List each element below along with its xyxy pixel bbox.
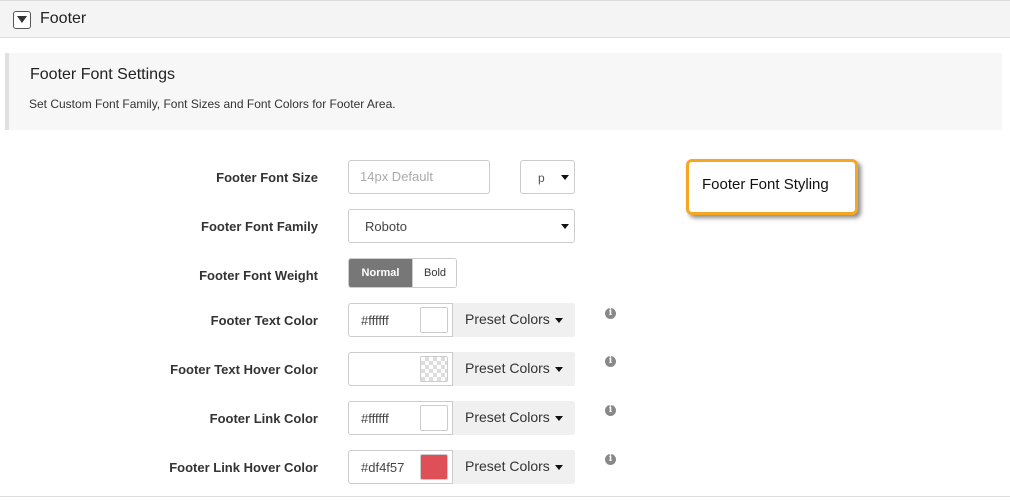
text-hover-color-picker: Preset Colors: [348, 352, 575, 386]
chevron-down-icon: [561, 224, 569, 229]
info-icon[interactable]: i: [605, 405, 616, 416]
font-size-unit-value: p: [538, 171, 545, 185]
text-hover-color-swatch[interactable]: [420, 356, 448, 382]
preset-colors-label: Preset Colors: [465, 311, 550, 327]
font-size-input[interactable]: 14px Default: [348, 160, 490, 194]
text-color-swatch[interactable]: [420, 307, 448, 333]
font-weight-bold-button[interactable]: Bold: [412, 259, 456, 287]
chevron-down-icon: [555, 465, 563, 470]
link-hover-color-swatch[interactable]: [420, 454, 448, 480]
section-title: Footer: [40, 10, 87, 27]
font-size-label: Footer Font Size: [216, 170, 318, 185]
callout-annotation: Footer Font Styling: [686, 159, 858, 215]
chevron-down-icon: [555, 416, 563, 421]
divider: [0, 496, 1010, 497]
font-size-unit-select[interactable]: p: [520, 160, 575, 194]
font-size-placeholder: 14px Default: [360, 169, 433, 184]
link-hover-color-hex-input[interactable]: #df4f57: [361, 460, 404, 475]
font-weight-normal-button[interactable]: Normal: [349, 259, 412, 287]
callout-text: Footer Font Styling: [702, 176, 829, 193]
description-text: Set Custom Font Family, Font Sizes and F…: [29, 97, 396, 111]
link-color-label: Footer Link Color: [209, 411, 318, 426]
preset-colors-label: Preset Colors: [465, 409, 550, 425]
info-icon[interactable]: i: [605, 454, 616, 465]
text-color-preset-button[interactable]: Preset Colors: [452, 303, 575, 337]
link-color-swatch[interactable]: [420, 405, 448, 431]
font-family-value: Roboto: [365, 219, 407, 234]
text-color-picker: #ffffff Preset Colors: [348, 303, 575, 337]
preset-colors-label: Preset Colors: [465, 458, 550, 474]
description-box: Footer Font Settings Set Custom Font Fam…: [5, 53, 1002, 130]
font-family-label: Footer Font Family: [201, 219, 318, 234]
font-weight-label: Footer Font Weight: [199, 268, 318, 283]
collapse-triangle-icon[interactable]: [13, 11, 31, 29]
text-color-hex-input[interactable]: #ffffff: [361, 313, 389, 328]
description-title: Footer Font Settings: [30, 66, 175, 83]
text-hover-color-label: Footer Text Hover Color: [170, 362, 318, 377]
font-family-select[interactable]: Roboto: [348, 209, 575, 243]
info-icon[interactable]: i: [605, 356, 616, 367]
link-color-picker: #ffffff Preset Colors: [348, 401, 575, 435]
info-icon[interactable]: i: [605, 308, 616, 319]
text-color-label: Footer Text Color: [210, 313, 318, 328]
preset-colors-label: Preset Colors: [465, 360, 550, 376]
chevron-down-icon: [555, 367, 563, 372]
text-hover-color-preset-button[interactable]: Preset Colors: [452, 352, 575, 386]
link-color-preset-button[interactable]: Preset Colors: [452, 401, 575, 435]
section-header: Footer: [0, 0, 1010, 38]
link-hover-color-picker: #df4f57 Preset Colors: [348, 450, 575, 484]
link-color-hex-input[interactable]: #ffffff: [361, 411, 389, 426]
link-hover-color-label: Footer Link Hover Color: [169, 460, 318, 475]
chevron-down-icon: [555, 318, 563, 323]
font-weight-toggle: Normal Bold: [348, 258, 457, 288]
link-hover-color-preset-button[interactable]: Preset Colors: [452, 450, 575, 484]
chevron-down-icon: [561, 175, 569, 180]
